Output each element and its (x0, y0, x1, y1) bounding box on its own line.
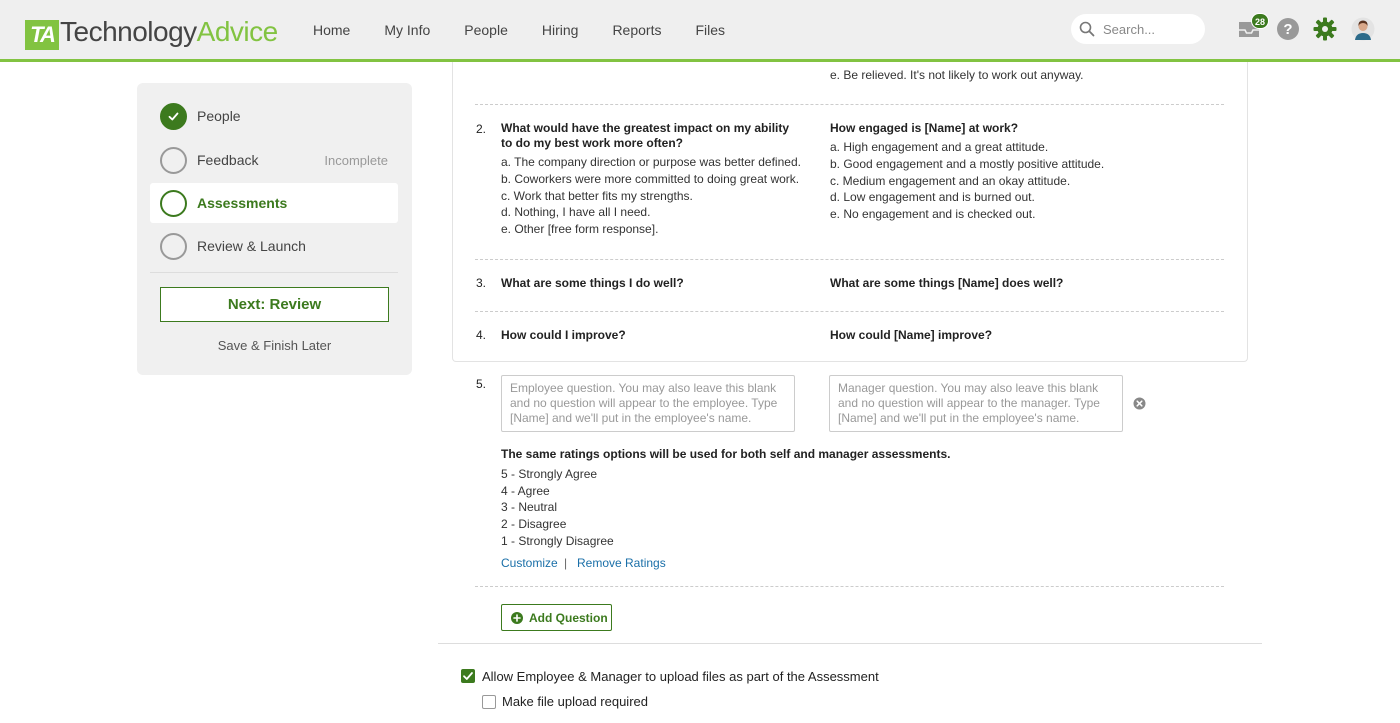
rating-option: 1 - Strongly Disagree (501, 534, 614, 548)
add-question-button[interactable]: Add Question (501, 604, 612, 631)
nav-hiring[interactable]: Hiring (525, 0, 596, 60)
question-number: 4. (476, 328, 487, 342)
nav-home[interactable]: Home (296, 0, 367, 60)
section-divider (438, 643, 1262, 644)
allow-upload-label[interactable]: Allow Employee & Manager to upload files… (482, 669, 879, 684)
employee-options-list: a. The company direction or purpose was … (501, 154, 801, 238)
option-item: c. Medium engagement and an okay attitud… (830, 173, 1071, 188)
nav-my-info[interactable]: My Info (367, 0, 447, 60)
option-item: b. Good engagement and a mostly positive… (830, 156, 1105, 171)
next-review-button[interactable]: Next: Review (160, 287, 389, 322)
step-assessments[interactable]: Assessments (150, 183, 398, 223)
logo-text-advice: Advice (196, 16, 279, 47)
logo-text-technology: Technology (60, 16, 197, 47)
upload-required-label[interactable]: Make file upload required (502, 694, 648, 709)
manager-question: What are some things [Name] does well? (830, 276, 1064, 290)
step-people[interactable]: People (150, 96, 398, 136)
search-icon (1079, 21, 1095, 37)
remove-ratings-link[interactable]: Remove Ratings (577, 556, 666, 570)
rating-option: 5 - Strongly Agree (501, 467, 598, 481)
manager-question: How engaged is [Name] at work? (830, 121, 1019, 135)
employee-question-input[interactable] (501, 375, 795, 432)
step-feedback[interactable]: Feedback Incomplete (150, 140, 398, 180)
remove-question-icon[interactable] (1133, 397, 1146, 410)
step-label: Feedback (197, 152, 259, 168)
question-number: 2. (476, 122, 487, 136)
employee-question: What are some things I do well? (501, 276, 684, 290)
nav-reports[interactable]: Reports (595, 0, 678, 60)
question-divider (475, 259, 1224, 260)
checkmark-icon (463, 672, 473, 680)
step-label: Assessments (197, 195, 288, 211)
step-label: People (197, 108, 241, 124)
divider (150, 272, 398, 273)
rating-option: 2 - Disagree (501, 517, 567, 531)
rating-option: 4 - Agree (501, 484, 550, 498)
question-number: 3. (476, 276, 487, 290)
gear-icon[interactable] (1313, 17, 1337, 41)
rating-option: 3 - Neutral (501, 500, 558, 514)
upload-required-checkbox[interactable] (482, 695, 496, 709)
step-current-circle-icon (160, 189, 187, 217)
ratings-title: The same ratings options will be used fo… (501, 447, 951, 461)
inbox-count-badge: 28 (1251, 13, 1269, 29)
step-pending-circle-icon (160, 146, 187, 174)
question-divider (475, 586, 1224, 587)
user-avatar-icon[interactable] (1351, 17, 1375, 41)
step-status-incomplete: Incomplete (324, 152, 388, 168)
technologyadvice-logo[interactable]: TA Technology Advice (25, 10, 278, 50)
option-item: c. Work that better fits my strengths. (501, 188, 693, 203)
option-item: d. Low engagement and is burned out. (830, 190, 1035, 205)
option-item: d. Nothing, I have all I need. (501, 205, 651, 220)
save-finish-later-link[interactable]: Save & Finish Later (160, 338, 389, 353)
search-box (1071, 14, 1205, 44)
help-icon[interactable]: ? (1276, 17, 1300, 41)
step-pending-circle-icon (160, 232, 187, 260)
wizard-steps-panel: People Feedback Incomplete Assessments R… (137, 83, 412, 375)
step-label: Review & Launch (197, 238, 306, 254)
allow-upload-checkbox[interactable] (461, 669, 475, 683)
link-separator: | (564, 556, 568, 570)
logo-mark: TA (25, 20, 59, 50)
main-nav: Home My Info People Hiring Reports Files (296, 0, 742, 60)
manager-question: How could [Name] improve? (830, 328, 993, 342)
option-item: a. High engagement and a great attitude. (830, 140, 1049, 154)
manager-options-list: a. High engagement and a great attitude.… (830, 139, 1104, 223)
search-input[interactable] (1103, 21, 1193, 37)
top-navigation-bar: TA Technology Advice Home My Info People… (0, 0, 1400, 62)
svg-text:?: ? (1283, 21, 1292, 38)
employee-question: How could I improve? (501, 328, 626, 342)
question-divider (475, 311, 1224, 312)
manager-question-input[interactable] (829, 375, 1123, 432)
plus-circle-icon (511, 611, 523, 624)
step-review-launch[interactable]: Review & Launch (150, 226, 398, 266)
step-complete-check-icon (160, 102, 187, 130)
option-item: b. Coworkers were more committed to doin… (501, 171, 800, 186)
question-number: 5. (476, 377, 487, 391)
nav-files[interactable]: Files (678, 0, 742, 60)
question-divider (475, 104, 1224, 105)
add-question-label: Add Question (529, 610, 608, 625)
option-item: e. Other [free form response]. (501, 222, 659, 237)
customize-ratings-link[interactable]: Customize (501, 556, 558, 570)
previous-question-option: e. Be relieved. It's not likely to work … (830, 68, 1084, 82)
employee-question: What would have the greatest impact on m… (501, 121, 790, 150)
option-item: a. The company direction or purpose was … (501, 155, 801, 169)
option-item: e. No engagement and is checked out. (830, 207, 1036, 222)
nav-people[interactable]: People (447, 0, 525, 60)
